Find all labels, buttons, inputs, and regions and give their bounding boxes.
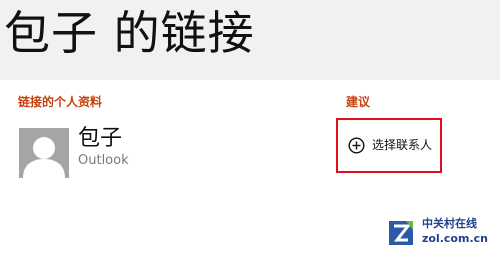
- page-title: 包子 的链接: [4, 6, 255, 60]
- zol-logo-icon: [389, 221, 413, 245]
- person-silhouette-icon: [23, 137, 65, 178]
- suggestions-heading: 建议: [346, 95, 371, 109]
- watermark-name: 中关村在线: [422, 217, 477, 230]
- linked-profiles-heading: 链接的个人资料: [18, 95, 103, 109]
- contact-name[interactable]: 包子: [78, 126, 122, 152]
- watermark-site: zol.com.cn: [422, 232, 488, 245]
- choose-contact-button[interactable]: 选择联系人: [336, 118, 442, 173]
- contact-source: Outlook: [78, 153, 129, 168]
- choose-contact-label: 选择联系人: [372, 138, 433, 152]
- avatar[interactable]: [19, 128, 69, 178]
- page-header: 包子 的链接: [0, 0, 500, 80]
- zol-watermark: 中关村在线 zol.com.cn: [386, 214, 496, 254]
- plus-circle-icon: [348, 137, 365, 154]
